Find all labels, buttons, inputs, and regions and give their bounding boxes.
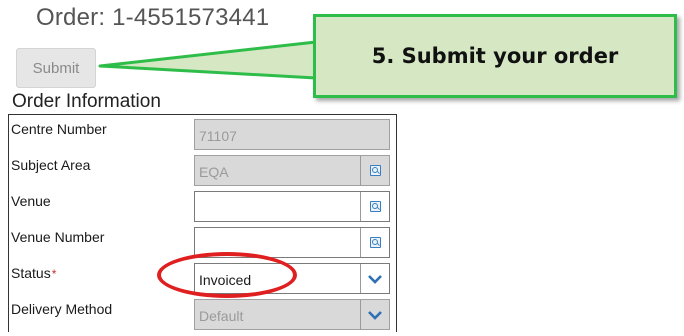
callout-box: 5. Submit your order (313, 14, 677, 98)
callout-text: 5. Submit your order (371, 44, 619, 68)
status-highlight-ellipse (157, 252, 297, 298)
